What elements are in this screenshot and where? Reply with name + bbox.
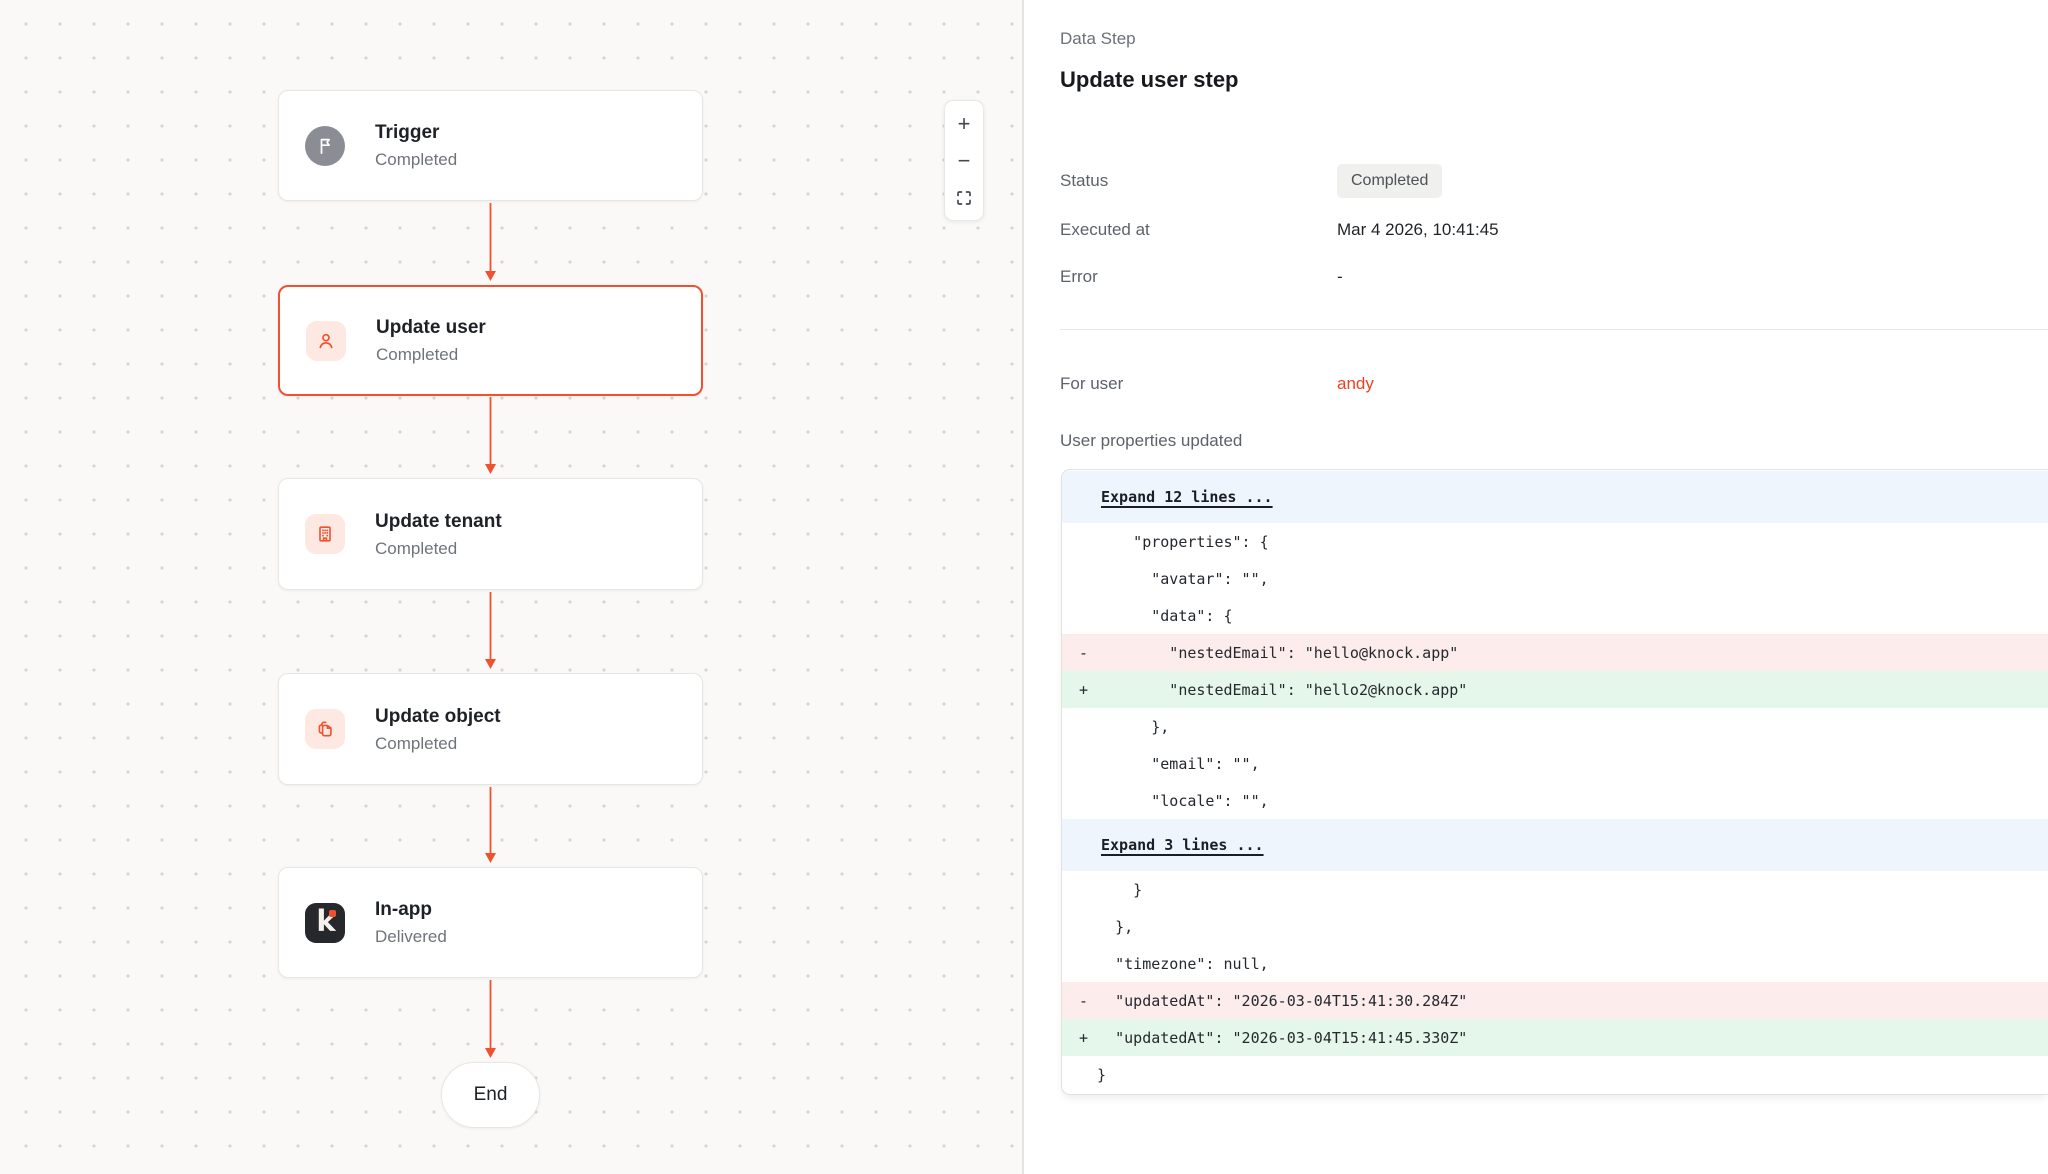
diff-expand-button[interactable]: Expand 3 lines ... bbox=[1062, 819, 2048, 871]
executed-at-label: Executed at bbox=[1060, 220, 1337, 240]
status-badge: Completed bbox=[1337, 164, 1442, 198]
diff-line-context: }, bbox=[1062, 708, 2048, 745]
status-row: Status Completed bbox=[1060, 161, 2048, 201]
diff-line-context: "locale": "", bbox=[1062, 782, 2048, 819]
diff-line-context: "email": "", bbox=[1062, 745, 2048, 782]
diff-line-context: } bbox=[1062, 1056, 2048, 1093]
node-update-user[interactable]: Update user Completed bbox=[278, 285, 703, 396]
copy-icon bbox=[305, 709, 345, 749]
workflow-canvas[interactable]: Trigger Completed Update user Completed bbox=[0, 0, 1024, 1174]
user-icon bbox=[306, 321, 346, 361]
connector-arrow bbox=[483, 592, 498, 669]
node-status: Completed bbox=[376, 343, 486, 366]
diff-line-context: "timezone": null, bbox=[1062, 945, 2048, 982]
connector-arrow bbox=[483, 397, 498, 474]
section-divider bbox=[1060, 329, 2048, 330]
json-diff-viewer: Expand 12 lines ... "properties": { "ava… bbox=[1061, 469, 2048, 1095]
error-label: Error bbox=[1060, 267, 1337, 287]
zoom-in-button[interactable]: + bbox=[944, 105, 984, 142]
step-detail-panel: Data Step Update user step Status Comple… bbox=[1024, 0, 2048, 1174]
node-status: Delivered bbox=[375, 925, 447, 948]
building-icon bbox=[305, 514, 345, 554]
zoom-out-button[interactable]: − bbox=[944, 142, 984, 179]
connector-arrow bbox=[483, 787, 498, 863]
connector-arrow bbox=[483, 203, 498, 281]
diff-line-context: "data": { bbox=[1062, 597, 2048, 634]
diff-line-context: } bbox=[1062, 871, 2048, 908]
node-status: Completed bbox=[375, 732, 501, 755]
node-update-object[interactable]: Update object Completed bbox=[278, 673, 703, 785]
node-in-app[interactable]: k In-app Delivered bbox=[278, 867, 703, 978]
node-title: Trigger bbox=[375, 120, 457, 145]
connector-arrow bbox=[483, 980, 498, 1058]
node-title: Update object bbox=[375, 704, 501, 729]
diff-line-context: "avatar": "", bbox=[1062, 560, 2048, 597]
node-status: Completed bbox=[375, 537, 502, 560]
diff-line-context: "properties": { bbox=[1062, 523, 2048, 560]
fit-view-button[interactable] bbox=[944, 179, 984, 216]
node-title: Update user bbox=[376, 315, 486, 340]
node-title: In-app bbox=[375, 897, 447, 922]
node-status: Completed bbox=[375, 148, 457, 171]
node-end: End bbox=[441, 1062, 540, 1128]
node-trigger[interactable]: Trigger Completed bbox=[278, 90, 703, 201]
flag-icon bbox=[305, 126, 345, 166]
error-row: Error - bbox=[1060, 265, 2048, 289]
fit-view-icon bbox=[955, 189, 973, 207]
user-link[interactable]: andy bbox=[1337, 374, 2048, 394]
status-label: Status bbox=[1060, 171, 1337, 191]
diff-line-removed: - "updatedAt": "2026-03-04T15:41:30.284Z… bbox=[1062, 982, 2048, 1019]
executed-at-row: Executed at Mar 4 2026, 10:41:45 bbox=[1060, 218, 2048, 242]
step-summary: Status Completed Executed at Mar 4 2026,… bbox=[1060, 161, 2048, 289]
executed-at-value: Mar 4 2026, 10:41:45 bbox=[1337, 220, 2048, 240]
knock-icon: k bbox=[305, 903, 345, 943]
diff-section-label: User properties updated bbox=[1060, 429, 2048, 453]
diff-expand-button[interactable]: Expand 12 lines ... bbox=[1062, 471, 2048, 523]
node-update-tenant[interactable]: Update tenant Completed bbox=[278, 478, 703, 590]
zoom-controls: + − bbox=[944, 100, 984, 221]
error-value: - bbox=[1337, 267, 2048, 287]
step-type-label: Data Step bbox=[1060, 27, 2048, 51]
diff-line-context: }, bbox=[1062, 908, 2048, 945]
node-title: Update tenant bbox=[375, 509, 502, 534]
page-title: Update user step bbox=[1060, 65, 2048, 95]
diff-line-added: + "updatedAt": "2026-03-04T15:41:45.330Z… bbox=[1062, 1019, 2048, 1056]
diff-line-added: + "nestedEmail": "hello2@knock.app" bbox=[1062, 671, 2048, 708]
diff-line-removed: - "nestedEmail": "hello@knock.app" bbox=[1062, 634, 2048, 671]
for-user-label: For user bbox=[1060, 374, 1337, 394]
for-user-row: For user andy bbox=[1060, 372, 2048, 396]
